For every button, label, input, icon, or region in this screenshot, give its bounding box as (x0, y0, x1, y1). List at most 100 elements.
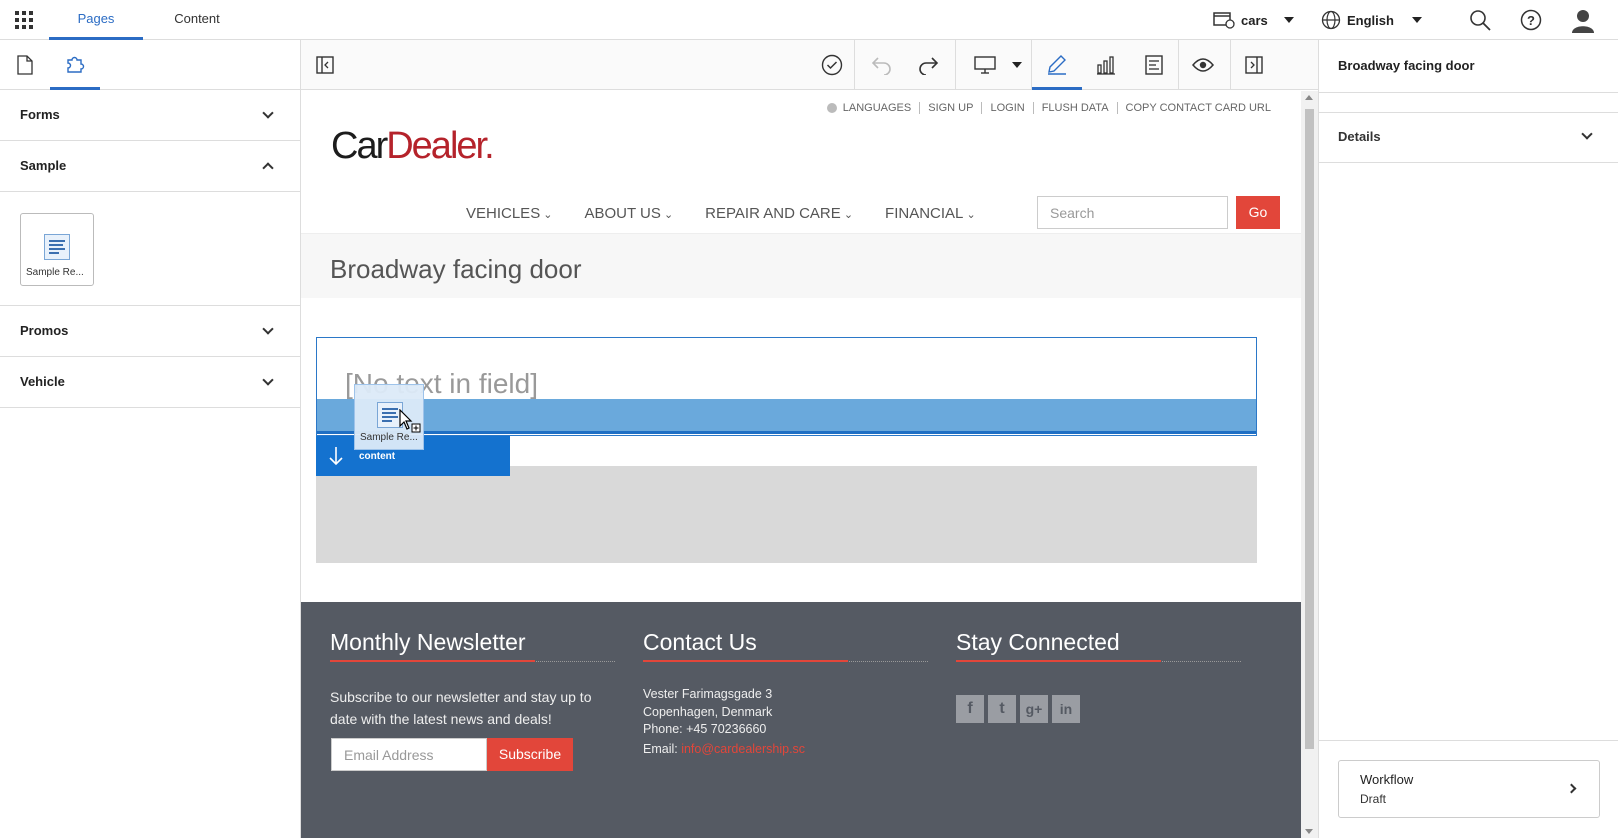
search-icon[interactable] (1469, 9, 1491, 31)
nav-repair-and-care[interactable]: REPAIR AND CARE (705, 205, 853, 222)
drop-target-name: content (359, 451, 396, 462)
site-logo[interactable]: CarDealer. (331, 125, 495, 168)
facebook-icon[interactable]: f (956, 695, 984, 723)
chevron-down-icon (1283, 17, 1294, 23)
chevron-down-icon (1012, 62, 1022, 68)
left-panel-tabs (0, 40, 300, 90)
section-sample[interactable]: Sample (0, 141, 300, 192)
edit-mode-button[interactable] (1032, 40, 1082, 90)
workflow-label: Workflow (1360, 772, 1414, 787)
placeholder-area (316, 466, 1257, 563)
section-vehicle[interactable]: Vehicle (0, 357, 300, 408)
google-plus-icon[interactable]: g+ (1020, 695, 1048, 723)
site-name: cars (1241, 12, 1268, 28)
tab-pages[interactable]: Pages (49, 0, 143, 40)
link-sign-up[interactable]: SIGN UP (919, 102, 981, 114)
nav-financial[interactable]: FINANCIAL (885, 205, 976, 222)
newsletter-title: Monthly Newsletter (330, 629, 615, 662)
device-selector[interactable] (963, 40, 1033, 90)
details-section[interactable]: Details (1319, 112, 1618, 163)
email-prefix: Email: (643, 741, 682, 756)
site-search-input[interactable]: Search (1037, 196, 1228, 229)
link-copy-contact-card-url[interactable]: COPY CONTACT CARD URL (1116, 102, 1271, 114)
section-label: Promos (20, 323, 69, 338)
newsletter-email-input[interactable]: Email Address (331, 738, 487, 771)
social-column: Stay Connected (956, 629, 1241, 662)
redo-button[interactable] (912, 40, 946, 90)
workflow-button[interactable]: Workflow Draft (1338, 760, 1600, 818)
utility-links: LANGUAGES SIGN UP LOGIN FLUSH DATA COPY … (826, 102, 1271, 114)
contact-title: Contact Us (643, 629, 928, 662)
newsletter-text: Subscribe to our newsletter and stay up … (330, 689, 592, 727)
site-footer: Monthly Newsletter Subscribe to our news… (301, 602, 1301, 838)
top-bar: Pages Content cars English ? (0, 0, 1618, 40)
eye-icon (1192, 58, 1214, 72)
toggle-right-panel-button[interactable] (1234, 40, 1274, 90)
sample-section-body: Sample Re... (0, 192, 300, 306)
language-name: English (1347, 12, 1394, 28)
analytics-button[interactable] (1086, 40, 1126, 90)
tab-content[interactable]: Content (150, 0, 244, 40)
chevron-down-icon (262, 107, 274, 119)
chevron-up-icon (262, 162, 274, 174)
logo-part-car: Car (331, 125, 388, 167)
link-languages[interactable]: LANGUAGES (843, 102, 919, 114)
main-nav: VEHICLES ABOUT US REPAIR AND CARE FINANC… (466, 205, 976, 222)
tab-components[interactable] (50, 40, 100, 90)
svg-text:?: ? (1527, 13, 1535, 28)
scroll-up-icon[interactable] (1305, 95, 1313, 100)
section-label: Vehicle (20, 374, 65, 389)
search-go-button[interactable]: Go (1236, 196, 1280, 229)
details-label: Details (1338, 129, 1381, 144)
tab-page-tree[interactable] (0, 40, 50, 90)
rendering-icon (44, 234, 70, 260)
canvas-scrollbar[interactable] (1301, 91, 1318, 838)
desktop-icon (974, 56, 996, 74)
user-avatar-icon[interactable] (1570, 7, 1596, 33)
social-title: Stay Connected (956, 629, 1241, 662)
scrollbar-thumb[interactable] (1305, 109, 1314, 749)
validate-button[interactable] (815, 40, 849, 90)
contact-email-link[interactable]: info@cardealership.sc (681, 742, 805, 756)
scroll-down-icon[interactable] (1305, 829, 1313, 834)
pencil-icon (1048, 54, 1066, 75)
logo-part-dealer: Dealer. (386, 125, 494, 167)
panel-right-icon (1245, 56, 1263, 74)
components-panel: Forms Sample Sample Re... Promos Vehicle (0, 40, 301, 838)
address-line-1: Vester Farimagsgade 3 (643, 687, 773, 701)
site-selector[interactable]: cars (1213, 9, 1294, 31)
page-title: Broadway facing door (330, 254, 582, 284)
document-icon (17, 55, 33, 75)
site-icon (1213, 12, 1235, 29)
panel-left-icon (316, 56, 334, 74)
link-flush-data[interactable]: FLUSH DATA (1032, 102, 1117, 114)
undo-button[interactable] (864, 40, 898, 90)
app-launcher-icon[interactable] (15, 11, 33, 29)
workflow-state: Draft (1360, 792, 1387, 806)
nav-vehicles[interactable]: VEHICLES (466, 205, 552, 222)
contact-phone: Phone: +45 70236660 (643, 722, 767, 736)
help-icon[interactable]: ? (1520, 9, 1542, 31)
component-details-button[interactable] (1134, 40, 1174, 90)
rendering-item-sample[interactable]: Sample Re... (20, 213, 94, 286)
link-login[interactable]: LOGIN (981, 102, 1032, 114)
editable-text-field[interactable]: [No text in field] (316, 337, 1257, 436)
chevron-down-icon (262, 323, 274, 335)
page-title-band: Broadway facing door (301, 233, 1301, 298)
component-icon (1145, 55, 1163, 75)
preview-button[interactable] (1183, 40, 1223, 90)
contact-column: Contact Us Vester Farimagsgade 3 Copenha… (643, 629, 928, 758)
language-selector[interactable]: English (1321, 9, 1422, 31)
section-promos[interactable]: Promos (0, 306, 300, 357)
linkedin-icon[interactable]: in (1052, 695, 1080, 723)
page-canvas: LANGUAGES SIGN UP LOGIN FLUSH DATA COPY … (301, 91, 1301, 838)
section-forms[interactable]: Forms (0, 90, 300, 141)
toggle-left-panel-button[interactable] (305, 40, 345, 90)
puzzle-icon (67, 56, 85, 73)
subscribe-button[interactable]: Subscribe (487, 738, 573, 771)
nav-about-us[interactable]: ABOUT US (584, 205, 673, 222)
properties-panel: Broadway facing door Details Workflow Dr… (1318, 40, 1618, 838)
dragged-rendering-item[interactable]: Sample Re... (354, 384, 424, 450)
twitter-icon[interactable]: t (988, 695, 1016, 723)
section-label: Sample (20, 158, 67, 173)
